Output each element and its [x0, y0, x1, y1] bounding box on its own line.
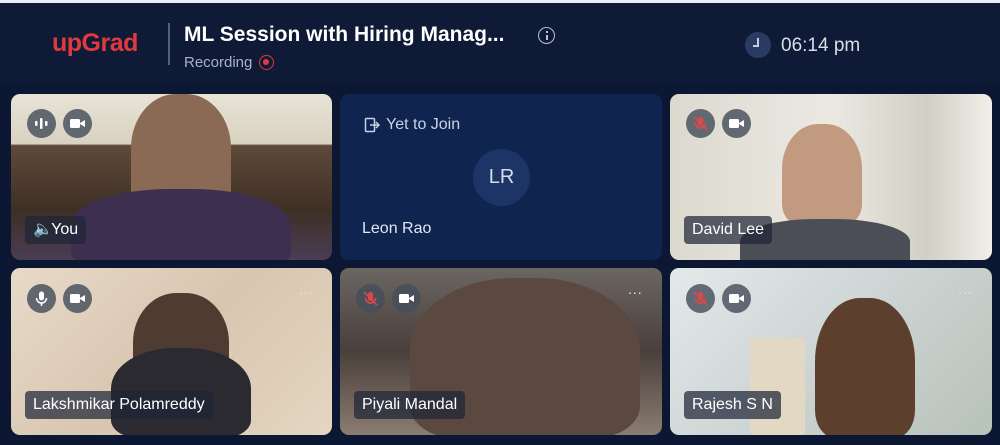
more-options-icon[interactable]: ...: [958, 107, 973, 123]
more-options-icon[interactable]: ...: [628, 281, 643, 297]
participant-name: Piyali Mandal: [354, 391, 466, 419]
meeting-time: 06:14 pm: [781, 35, 861, 56]
participant-name: David Lee: [684, 216, 773, 244]
audio-level-icon[interactable]: [27, 109, 56, 138]
video-tile-lakshmikar-polamreddy[interactable]: ... Lakshmikar Polamreddy: [11, 268, 332, 435]
join-status-text: Yet to Join: [386, 116, 461, 133]
meeting-header: upGrad ML Session with Hiring Manag... R…: [0, 0, 1000, 83]
camera-icon[interactable]: [63, 284, 92, 313]
background-object: [750, 338, 805, 435]
camera-icon[interactable]: [392, 284, 421, 313]
participant-name: You: [51, 221, 79, 238]
video-tile-david-lee[interactable]: ... David Lee: [670, 94, 992, 260]
participant-body: [71, 189, 291, 260]
video-tile-leon-rao[interactable]: Yet to Join LR Leon Rao: [340, 94, 662, 260]
info-icon[interactable]: [538, 27, 555, 44]
mic-icon[interactable]: [27, 284, 56, 313]
camera-icon[interactable]: [63, 109, 92, 138]
camera-icon[interactable]: [722, 284, 751, 313]
more-options-icon[interactable]: ...: [299, 281, 314, 297]
recording-label: Recording: [184, 54, 253, 71]
speaker-icon: 🔈: [33, 221, 53, 238]
participant-video: [815, 298, 915, 435]
more-options-icon[interactable]: ...: [958, 281, 973, 297]
participant-video: [782, 124, 862, 224]
mic-muted-icon[interactable]: [686, 284, 715, 313]
mic-muted-icon[interactable]: [686, 109, 715, 138]
clock-icon: [745, 32, 771, 58]
participant-avatar-initials: LR: [473, 149, 530, 206]
video-tile-rajesh-s-n[interactable]: ... Rajesh S N: [670, 268, 992, 435]
participant-name: Leon Rao: [362, 220, 432, 237]
camera-icon[interactable]: [722, 109, 751, 138]
session-title: ML Session with Hiring Manag...: [184, 23, 505, 46]
participant-name-tag: 🔈 You: [25, 216, 87, 244]
header-divider: [168, 23, 170, 65]
participant-name: Rajesh S N: [684, 391, 781, 419]
participant-name: Lakshmikar Polamreddy: [25, 391, 213, 419]
mic-muted-icon[interactable]: [356, 284, 385, 313]
brand-logo: upGrad: [52, 29, 138, 57]
video-tile-piyali-mandal[interactable]: ... Piyali Mandal: [340, 268, 662, 435]
video-tile-you[interactable]: 🔈 You: [11, 94, 332, 260]
recording-indicator-icon: [259, 55, 274, 70]
join-exit-icon: [364, 117, 380, 133]
